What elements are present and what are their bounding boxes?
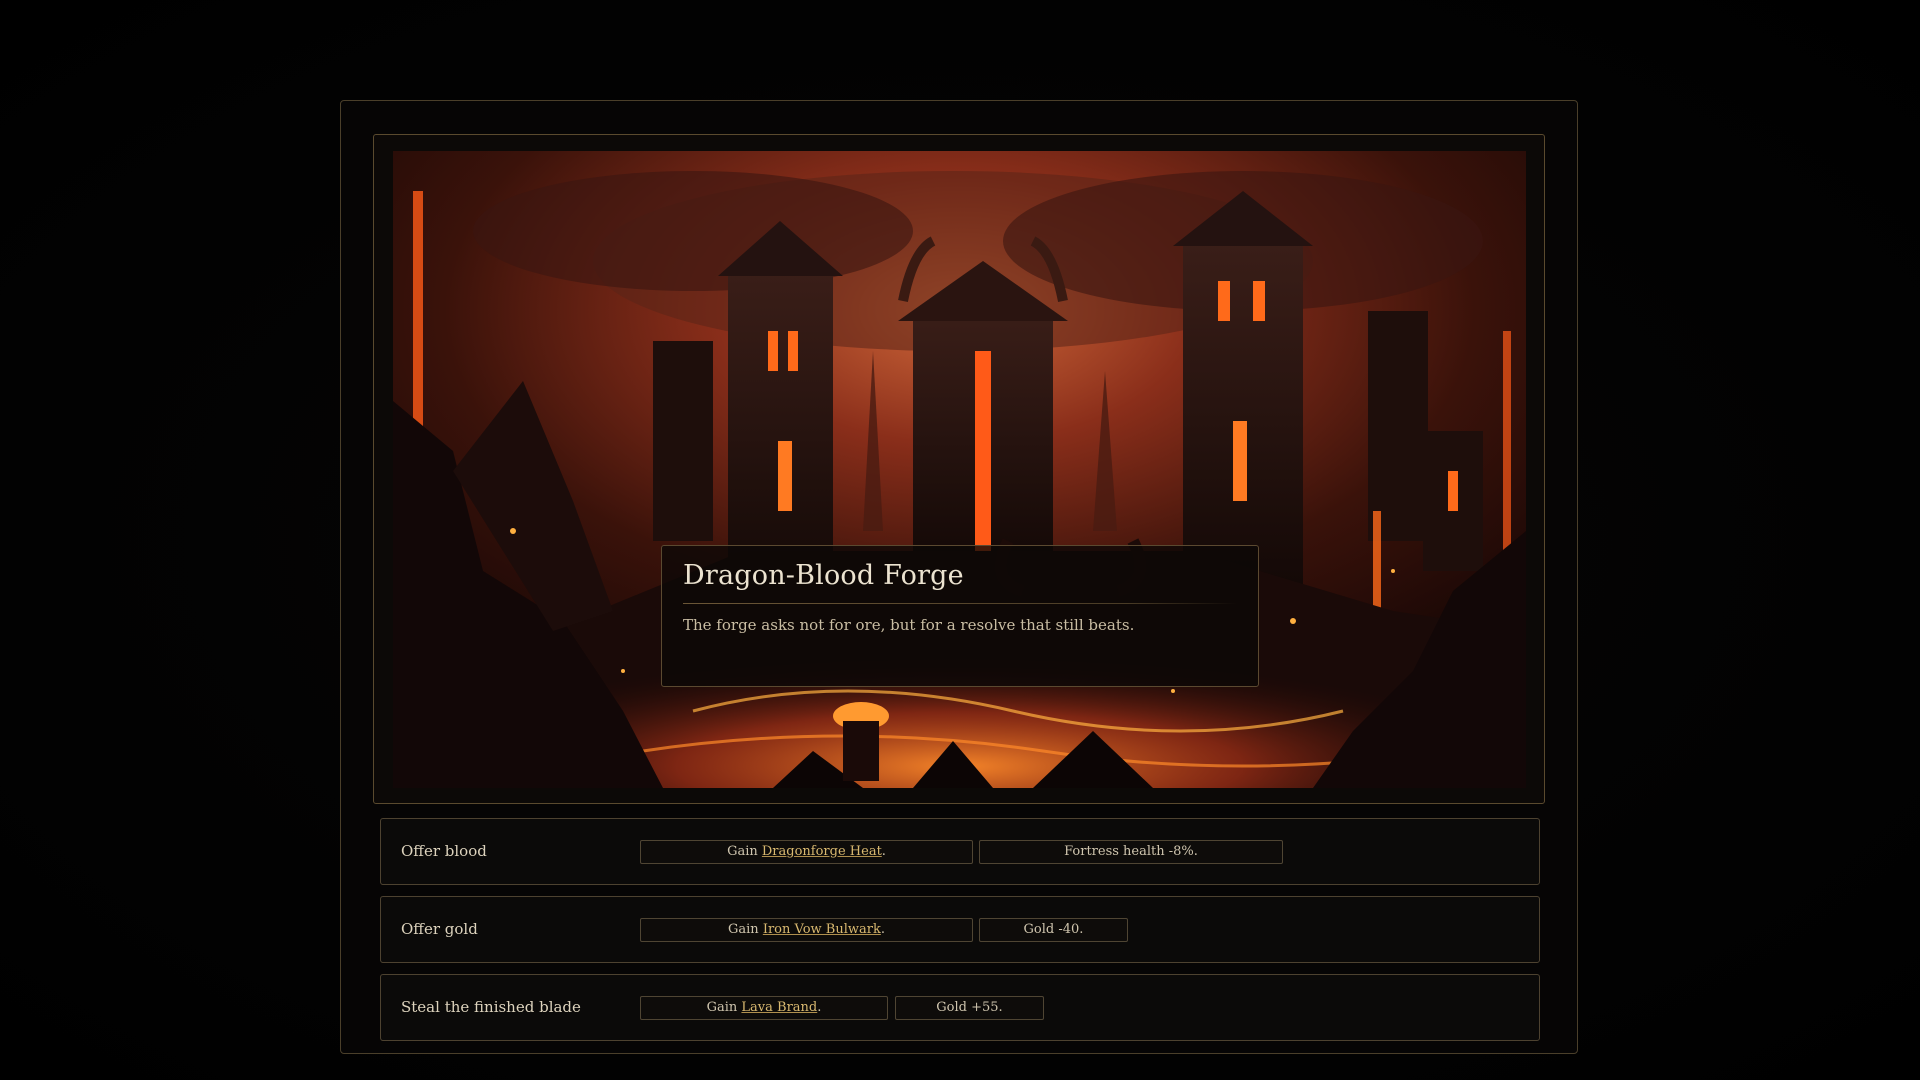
event-title: Dragon-Blood Forge [683,560,964,591]
effect-suffix: . [880,922,885,937]
effect-suffix: . [817,1000,822,1015]
choice-steal-blade[interactable]: Steal the finished blade Gain Lava Brand… [380,974,1540,1041]
relic-link-dragonforge-heat[interactable]: Dragonforge Heat [762,844,882,859]
relic-link-iron-vow-bulwark[interactable]: Iron Vow Bulwark [763,922,881,937]
effect-suffix: . [881,844,886,859]
effect-reward-chip: Gain Iron Vow Bulwark. [640,918,973,942]
effect-prefix: Gain [727,844,762,859]
event-illustration [393,151,1526,788]
volcanic-fortress-art [393,151,1526,788]
effect-reward-chip: Gain Lava Brand. [640,996,888,1020]
event-description: The forge asks not for ore, but for a re… [683,616,1135,634]
effect-text: Gold -40. [1023,922,1084,937]
effect-gain-chip: Gold +55. [895,996,1044,1020]
effect-cost-chip: Fortress health -8%. [979,840,1283,864]
effect-prefix: Gain [706,1000,742,1015]
event-panel: Dragon-Blood Forge The forge asks not fo… [661,545,1259,687]
effect-reward-chip: Gain Dragonforge Heat. [640,840,973,864]
effect-prefix: Gain [728,922,763,937]
effect-text: Fortress health -8%. [1064,844,1198,859]
relic-link-lava-brand[interactable]: Lava Brand [741,1000,817,1015]
choice-label: Offer gold [401,920,478,938]
choice-offer-gold[interactable]: Offer gold Gain Iron Vow Bulwark. Gold -… [380,896,1540,963]
effect-cost-chip: Gold -40. [979,918,1128,942]
effect-text: Gold +55. [936,1000,1003,1015]
choice-label: Steal the finished blade [401,998,581,1016]
choice-label: Offer blood [401,842,487,860]
choice-offer-blood[interactable]: Offer blood Gain Dragonforge Heat. Fortr… [380,818,1540,885]
event-divider [683,603,1237,604]
